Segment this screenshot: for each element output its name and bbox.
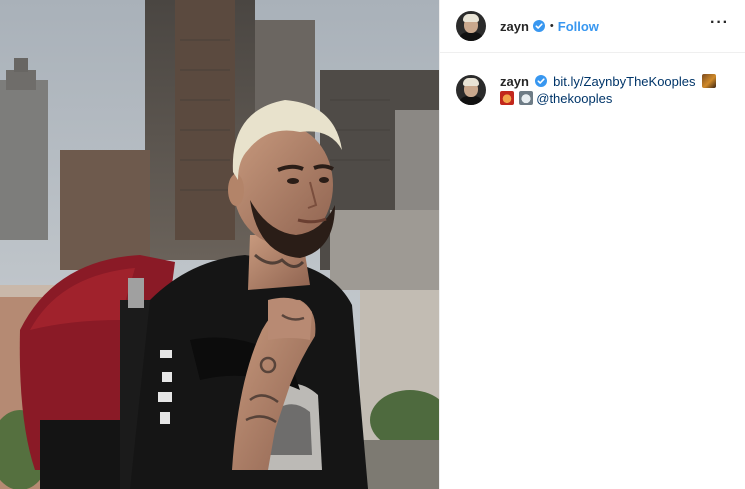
instagram-post: zayn • Follow ··· zayn bit.ly/ZaynbyTheK… xyxy=(0,0,745,489)
caption-username[interactable]: zayn xyxy=(500,74,529,89)
white-tiger-emoji-icon xyxy=(518,91,533,105)
caption-link[interactable]: bit.ly/ZaynbyTheKooples xyxy=(553,74,695,89)
post-photo-illustration xyxy=(0,0,439,489)
red-tiger-emoji-icon xyxy=(500,91,514,105)
author-line: zayn • Follow xyxy=(500,19,599,34)
caption-text: zayn bit.ly/ZaynbyTheKooples @thekooples xyxy=(500,73,729,107)
post-header: zayn • Follow ··· xyxy=(440,0,745,53)
avatar-shirt xyxy=(458,96,484,105)
post-photo[interactable] xyxy=(0,0,439,489)
avatar-shirt xyxy=(458,32,484,41)
post-side-panel: zayn • Follow ··· zayn bit.ly/ZaynbyTheK… xyxy=(439,0,745,489)
film-frame-emoji-icon xyxy=(702,74,717,88)
author-avatar[interactable] xyxy=(456,11,486,41)
avatar-hair xyxy=(463,14,479,22)
separator-dot: • xyxy=(549,20,554,32)
verified-badge-icon xyxy=(534,75,547,87)
more-options-icon[interactable]: ··· xyxy=(710,15,729,34)
verified-badge-icon xyxy=(532,20,545,32)
post-caption: zayn bit.ly/ZaynbyTheKooples @thekooples xyxy=(440,53,745,107)
follow-button[interactable]: Follow xyxy=(558,19,599,34)
avatar-hair xyxy=(463,78,479,86)
caption-mention[interactable]: @thekooples xyxy=(536,91,612,106)
author-username[interactable]: zayn xyxy=(500,19,529,34)
caption-avatar[interactable] xyxy=(456,75,486,105)
